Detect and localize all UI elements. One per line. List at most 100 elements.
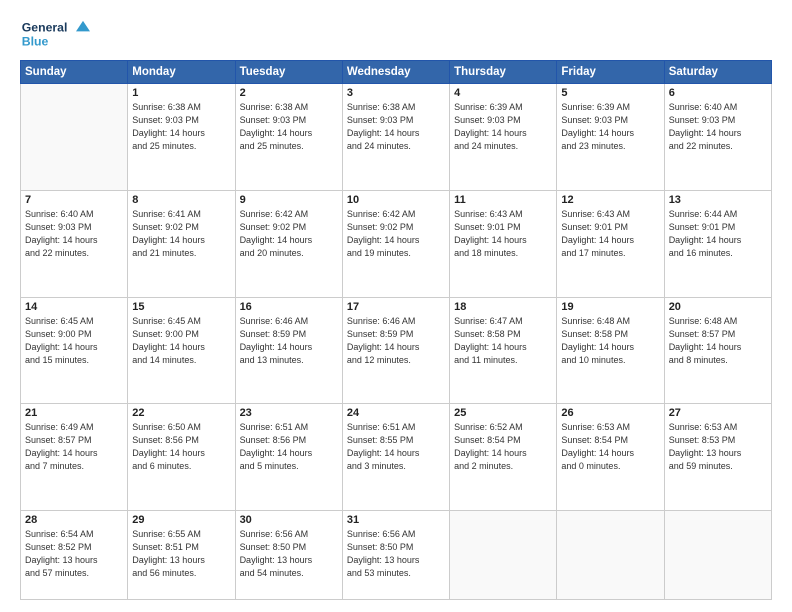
day-info: Sunrise: 6:39 AM Sunset: 9:03 PM Dayligh… — [454, 101, 552, 153]
col-header-saturday: Saturday — [664, 61, 771, 84]
day-cell: 25 Sunrise: 6:52 AM Sunset: 8:54 PM Dayli… — [450, 404, 557, 511]
day-number: 7 — [25, 194, 123, 206]
day-cell: 24 Sunrise: 6:51 AM Sunset: 8:55 PM Dayli… — [342, 404, 449, 511]
day-cell: 10 Sunrise: 6:42 AM Sunset: 9:02 PM Dayli… — [342, 190, 449, 297]
day-cell — [450, 511, 557, 600]
day-number: 2 — [240, 87, 338, 99]
day-info: Sunrise: 6:45 AM Sunset: 9:00 PM Dayligh… — [132, 315, 230, 367]
day-number: 5 — [561, 87, 659, 99]
day-number: 26 — [561, 407, 659, 419]
day-number: 24 — [347, 407, 445, 419]
svg-text:Blue: Blue — [22, 34, 49, 48]
day-cell: 15 Sunrise: 6:45 AM Sunset: 9:00 PM Dayli… — [128, 297, 235, 404]
day-number: 29 — [132, 514, 230, 526]
day-cell: 5 Sunrise: 6:39 AM Sunset: 9:03 PM Daylig… — [557, 84, 664, 191]
day-cell: 26 Sunrise: 6:53 AM Sunset: 8:54 PM Dayli… — [557, 404, 664, 511]
day-info: Sunrise: 6:46 AM Sunset: 8:59 PM Dayligh… — [240, 315, 338, 367]
day-info: Sunrise: 6:49 AM Sunset: 8:57 PM Dayligh… — [25, 421, 123, 473]
day-cell — [664, 511, 771, 600]
day-number: 30 — [240, 514, 338, 526]
header-row: SundayMondayTuesdayWednesdayThursdayFrid… — [21, 61, 772, 84]
week-row-4: 21 Sunrise: 6:49 AM Sunset: 8:57 PM Dayli… — [21, 404, 772, 511]
page: General Blue SundayMondayTuesdayWednesda… — [0, 0, 792, 612]
day-number: 16 — [240, 301, 338, 313]
day-info: Sunrise: 6:56 AM Sunset: 8:50 PM Dayligh… — [347, 528, 445, 580]
day-cell — [21, 84, 128, 191]
day-cell: 13 Sunrise: 6:44 AM Sunset: 9:01 PM Dayli… — [664, 190, 771, 297]
week-row-3: 14 Sunrise: 6:45 AM Sunset: 9:00 PM Dayli… — [21, 297, 772, 404]
week-row-1: 1Sunrise: 6:38 AM Sunset: 9:03 PM Daylig… — [21, 84, 772, 191]
day-info: Sunrise: 6:39 AM Sunset: 9:03 PM Dayligh… — [561, 101, 659, 153]
day-cell: 12Sunrise: 6:43 AM Sunset: 9:01 PM Dayli… — [557, 190, 664, 297]
col-header-wednesday: Wednesday — [342, 61, 449, 84]
day-cell: 30Sunrise: 6:56 AM Sunset: 8:50 PM Dayli… — [235, 511, 342, 600]
day-number: 25 — [454, 407, 552, 419]
day-info: Sunrise: 6:51 AM Sunset: 8:55 PM Dayligh… — [347, 421, 445, 473]
day-number: 23 — [240, 407, 338, 419]
day-number: 14 — [25, 301, 123, 313]
week-row-5: 28 Sunrise: 6:54 AM Sunset: 8:52 PM Dayli… — [21, 511, 772, 600]
day-number: 4 — [454, 87, 552, 99]
day-number: 15 — [132, 301, 230, 313]
day-cell: 2 Sunrise: 6:38 AM Sunset: 9:03 PM Daylig… — [235, 84, 342, 191]
day-info: Sunrise: 6:50 AM Sunset: 8:56 PM Dayligh… — [132, 421, 230, 473]
day-number: 18 — [454, 301, 552, 313]
day-info: Sunrise: 6:51 AM Sunset: 8:56 PM Dayligh… — [240, 421, 338, 473]
day-number: 20 — [669, 301, 767, 313]
day-number: 10 — [347, 194, 445, 206]
day-cell: 20 Sunrise: 6:48 AM Sunset: 8:57 PM Dayli… — [664, 297, 771, 404]
day-cell: 8Sunrise: 6:41 AM Sunset: 9:02 PM Daylig… — [128, 190, 235, 297]
day-cell: 28 Sunrise: 6:54 AM Sunset: 8:52 PM Dayli… — [21, 511, 128, 600]
header: General Blue — [20, 16, 772, 52]
day-number: 13 — [669, 194, 767, 206]
day-info: Sunrise: 6:38 AM Sunset: 9:03 PM Dayligh… — [347, 101, 445, 153]
day-cell: 4 Sunrise: 6:39 AM Sunset: 9:03 PM Daylig… — [450, 84, 557, 191]
day-info: Sunrise: 6:53 AM Sunset: 8:54 PM Dayligh… — [561, 421, 659, 473]
day-info: Sunrise: 6:52 AM Sunset: 8:54 PM Dayligh… — [454, 421, 552, 473]
day-info: Sunrise: 6:47 AM Sunset: 8:58 PM Dayligh… — [454, 315, 552, 367]
day-info: Sunrise: 6:40 AM Sunset: 9:03 PM Dayligh… — [25, 208, 123, 260]
day-info: Sunrise: 6:48 AM Sunset: 8:58 PM Dayligh… — [561, 315, 659, 367]
day-info: Sunrise: 6:38 AM Sunset: 9:03 PM Dayligh… — [240, 101, 338, 153]
day-cell: 19 Sunrise: 6:48 AM Sunset: 8:58 PM Dayli… — [557, 297, 664, 404]
day-number: 22 — [132, 407, 230, 419]
day-number: 6 — [669, 87, 767, 99]
day-info: Sunrise: 6:55 AM Sunset: 8:51 PM Dayligh… — [132, 528, 230, 580]
day-info: Sunrise: 6:42 AM Sunset: 9:02 PM Dayligh… — [347, 208, 445, 260]
day-info: Sunrise: 6:43 AM Sunset: 9:01 PM Dayligh… — [561, 208, 659, 260]
day-number: 31 — [347, 514, 445, 526]
day-cell: 6 Sunrise: 6:40 AM Sunset: 9:03 PM Daylig… — [664, 84, 771, 191]
day-info: Sunrise: 6:46 AM Sunset: 8:59 PM Dayligh… — [347, 315, 445, 367]
day-info: Sunrise: 6:43 AM Sunset: 9:01 PM Dayligh… — [454, 208, 552, 260]
day-cell: 1Sunrise: 6:38 AM Sunset: 9:03 PM Daylig… — [128, 84, 235, 191]
day-number: 17 — [347, 301, 445, 313]
calendar: SundayMondayTuesdayWednesdayThursdayFrid… — [20, 60, 772, 600]
week-row-2: 7 Sunrise: 6:40 AM Sunset: 9:03 PM Daylig… — [21, 190, 772, 297]
day-cell: 29 Sunrise: 6:55 AM Sunset: 8:51 PM Dayli… — [128, 511, 235, 600]
svg-text:General: General — [22, 20, 68, 34]
day-info: Sunrise: 6:54 AM Sunset: 8:52 PM Dayligh… — [25, 528, 123, 580]
day-info: Sunrise: 6:48 AM Sunset: 8:57 PM Dayligh… — [669, 315, 767, 367]
day-cell: 16 Sunrise: 6:46 AM Sunset: 8:59 PM Dayli… — [235, 297, 342, 404]
day-number: 19 — [561, 301, 659, 313]
day-cell: 21 Sunrise: 6:49 AM Sunset: 8:57 PM Dayli… — [21, 404, 128, 511]
day-cell: 23 Sunrise: 6:51 AM Sunset: 8:56 PM Dayli… — [235, 404, 342, 511]
day-cell — [557, 511, 664, 600]
col-header-sunday: Sunday — [21, 61, 128, 84]
col-header-thursday: Thursday — [450, 61, 557, 84]
day-info: Sunrise: 6:53 AM Sunset: 8:53 PM Dayligh… — [669, 421, 767, 473]
day-number: 11 — [454, 194, 552, 206]
day-info: Sunrise: 6:40 AM Sunset: 9:03 PM Dayligh… — [669, 101, 767, 153]
day-cell: 3Sunrise: 6:38 AM Sunset: 9:03 PM Daylig… — [342, 84, 449, 191]
day-cell: 7 Sunrise: 6:40 AM Sunset: 9:03 PM Daylig… — [21, 190, 128, 297]
col-header-tuesday: Tuesday — [235, 61, 342, 84]
day-cell: 14Sunrise: 6:45 AM Sunset: 9:00 PM Dayli… — [21, 297, 128, 404]
day-cell: 9Sunrise: 6:42 AM Sunset: 9:02 PM Daylig… — [235, 190, 342, 297]
day-number: 21 — [25, 407, 123, 419]
day-cell: 22 Sunrise: 6:50 AM Sunset: 8:56 PM Dayli… — [128, 404, 235, 511]
day-info: Sunrise: 6:44 AM Sunset: 9:01 PM Dayligh… — [669, 208, 767, 260]
col-header-monday: Monday — [128, 61, 235, 84]
day-info: Sunrise: 6:41 AM Sunset: 9:02 PM Dayligh… — [132, 208, 230, 260]
day-number: 28 — [25, 514, 123, 526]
day-cell: 18 Sunrise: 6:47 AM Sunset: 8:58 PM Dayli… — [450, 297, 557, 404]
